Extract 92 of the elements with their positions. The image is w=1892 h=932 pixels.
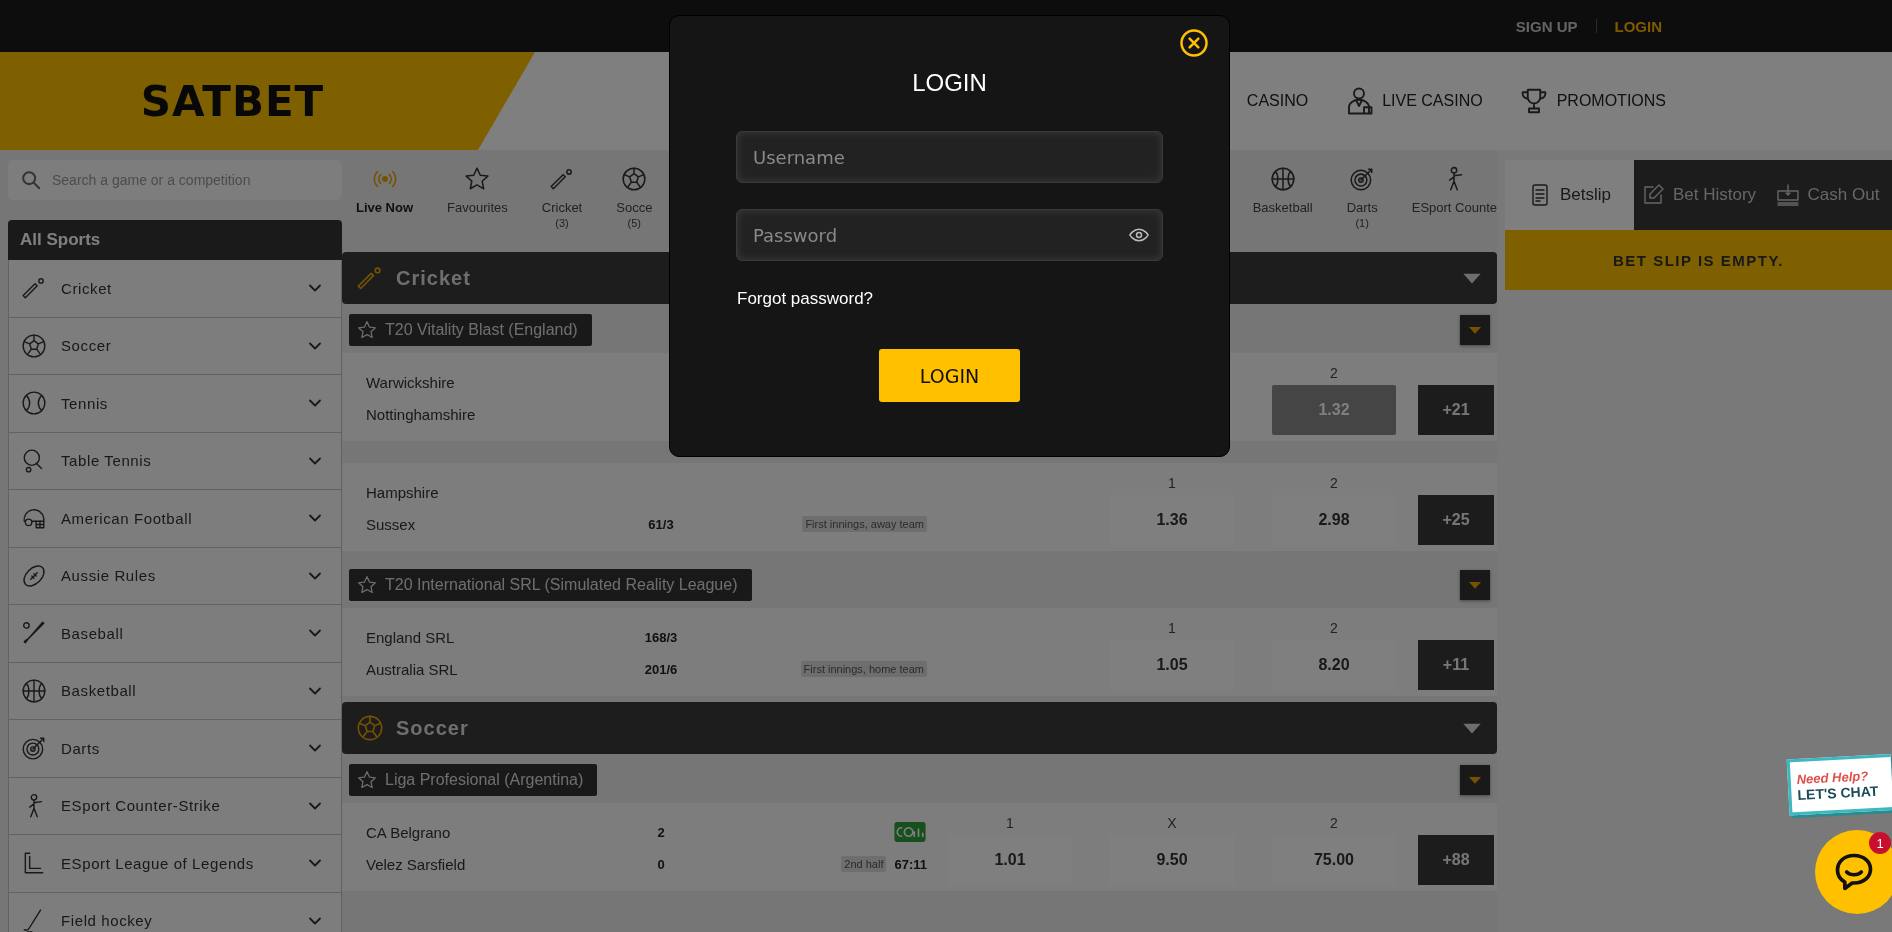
team-name: Hampshire — [366, 483, 440, 501]
betslip-tab[interactable]: Bet History — [1634, 160, 1763, 230]
odds-label: 2 — [1330, 475, 1338, 493]
sidebar-item[interactable]: American Football — [8, 490, 342, 548]
sport-tab[interactable]: Live Now — [356, 160, 414, 246]
login-button[interactable]: LOGIN — [879, 349, 1020, 402]
nav-link[interactable]: CASINO — [1246, 92, 1309, 110]
star-icon — [464, 166, 491, 192]
more-markets-button[interactable]: +25 — [1418, 495, 1494, 545]
score: 0 — [657, 856, 665, 872]
odds-label: 1 — [1168, 475, 1176, 493]
team-name: Warwickshire — [366, 373, 456, 391]
sidebar-item[interactable]: Aussie Rules — [8, 547, 342, 605]
match-clock: 67:11 — [894, 856, 927, 872]
sport-tab[interactable]: Cricket (3) — [541, 160, 583, 246]
cricket-bat-icon — [549, 166, 575, 192]
team-name: Velez Sarsfield — [366, 855, 467, 873]
team-name: CA Belgrano — [366, 823, 452, 841]
more-markets-button[interactable]: +11 — [1418, 640, 1494, 690]
dialog-title: LOGIN — [912, 68, 987, 98]
league-name: Liga Profesional (Argentina) — [385, 771, 584, 789]
score: 61/3 — [648, 516, 674, 532]
sidebar-title: All Sports — [8, 220, 342, 260]
basketball-icon — [21, 677, 47, 704]
search-icon — [20, 169, 42, 191]
section-title: Cricket — [396, 266, 471, 290]
team-name: Nottinghamshire — [366, 405, 477, 423]
forgot-password-link[interactable]: Forgot password? — [737, 288, 874, 310]
nav-link[interactable]: PROMOTIONS — [1518, 86, 1666, 116]
cricket-bat-icon — [356, 264, 384, 292]
basketball-icon — [1269, 166, 1296, 192]
collapse-button[interactable] — [1460, 765, 1490, 795]
team-name: Sussex — [366, 515, 417, 533]
empty-message: BET SLIP IS EMPTY. — [1505, 230, 1892, 290]
close-icon[interactable] — [1179, 28, 1209, 58]
target-icon — [21, 735, 47, 762]
score: 168/3 — [644, 629, 678, 645]
sidebar-item[interactable]: Darts — [8, 720, 342, 778]
soccer-ball-icon — [21, 332, 47, 359]
team-name: Australia SRL — [366, 660, 459, 678]
league-name: T20 Vitality Blast (England) — [385, 321, 578, 339]
password-field[interactable]: Password — [736, 209, 1163, 261]
sport-tab[interactable]: Basketball — [1252, 160, 1313, 246]
sidebar-item[interactable]: ESport Counter-Strike — [8, 777, 342, 835]
nav-link[interactable]: LIVE CASINO — [1344, 86, 1483, 116]
odds-label: 2 — [1330, 620, 1338, 638]
sidebar-item[interactable]: Field hockey — [8, 892, 342, 932]
collapse-button[interactable] — [1460, 570, 1490, 600]
star-icon[interactable] — [357, 320, 377, 340]
score: 2 — [657, 824, 665, 840]
more-markets-button[interactable]: +88 — [1418, 835, 1494, 885]
sidebar-item[interactable]: Table Tennis — [8, 432, 342, 490]
sidebar-item[interactable]: Baseball — [8, 605, 342, 663]
oval-ball-icon — [21, 562, 47, 589]
cash-icon — [1775, 183, 1800, 207]
betslip-tab[interactable]: Cash Out — [1763, 160, 1892, 230]
sidebar-item[interactable]: Cricket — [8, 260, 342, 318]
header-link[interactable]: LOGIN — [1614, 17, 1662, 35]
star-icon[interactable] — [357, 575, 377, 595]
username-field[interactable]: Username — [736, 131, 1163, 183]
sidebar-item[interactable]: Tennis — [8, 375, 342, 433]
team-name: England SRL — [366, 628, 456, 646]
sidebar-item[interactable]: Basketball — [8, 662, 342, 720]
sidebar-item[interactable]: Soccer — [8, 317, 342, 375]
sport-tab[interactable]: ESport Counte — [1411, 160, 1497, 246]
sign-text: Need Help? — [1796, 766, 1869, 787]
odds-label: 2 — [1330, 365, 1338, 383]
target-icon — [1349, 166, 1376, 192]
period-tag: 2nd half — [841, 856, 887, 872]
innings-tag: First innings, home team — [800, 661, 927, 677]
chat-sign[interactable]: Need Help? LET'S CHAT — [1786, 754, 1892, 816]
tennis-ball-icon — [21, 390, 47, 417]
odds-label: 2 — [1330, 815, 1338, 833]
logo[interactable]: SATBET — [140, 76, 325, 126]
league-name: T20 International SRL (Simulated Reality League) — [385, 576, 738, 594]
star-icon[interactable] — [357, 770, 377, 790]
header-link[interactable]: SIGN UP — [1515, 17, 1578, 35]
more-markets-button[interactable]: +21 — [1418, 385, 1494, 435]
odds-label: 1 — [1006, 815, 1014, 833]
score: 201/6 — [644, 661, 678, 677]
innings-tag: First innings, away team — [802, 516, 927, 532]
collapse-button[interactable] — [1460, 315, 1490, 345]
soccer-ball-icon — [356, 714, 384, 742]
sport-tab[interactable]: Darts (1) — [1346, 160, 1378, 246]
sidebar-item[interactable]: ESport League of Legends — [8, 835, 342, 893]
sport-tab[interactable]: Socce (5) — [616, 160, 653, 246]
odds-label: X — [1167, 815, 1177, 833]
betslip-tab[interactable]: Betslip — [1505, 160, 1634, 230]
odds-label: 1 — [1168, 620, 1176, 638]
sport-tab[interactable]: Favourites — [447, 160, 508, 246]
section-title: Soccer — [396, 716, 469, 740]
soccer-ball-icon — [621, 166, 648, 192]
